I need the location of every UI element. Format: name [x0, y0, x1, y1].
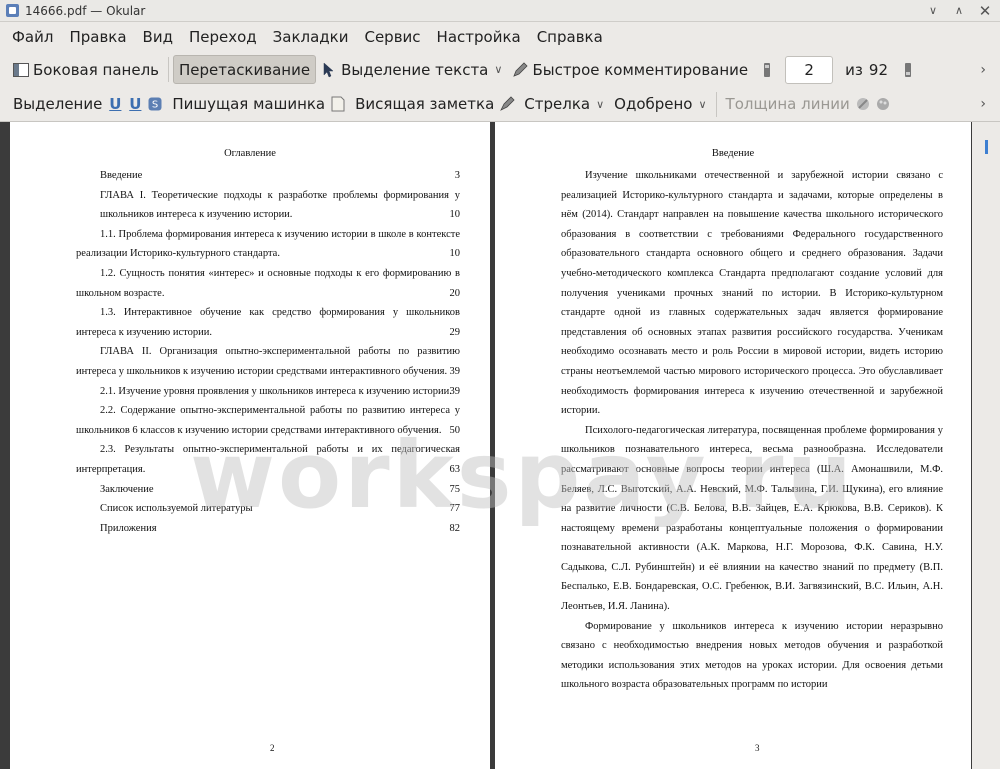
chevron-down-icon[interactable]: ∨ — [926, 4, 940, 18]
toc-item[interactable]: Введение 3 — [76, 166, 460, 186]
stamp-button[interactable]: Одобрено ∨ — [609, 90, 711, 119]
chevron-down-icon[interactable]: ∨ — [596, 98, 604, 111]
document-view[interactable]: Оглавление Введение 3 ГЛАВА I. Теоретичес… — [0, 122, 1000, 769]
cursor-icon — [321, 61, 337, 78]
menu-file[interactable]: Файл — [0, 22, 61, 52]
toc-item[interactable]: 1.3. Интерактивное обучение как средство… — [76, 303, 460, 342]
page-total-label: 92 — [868, 60, 888, 79]
selection-button[interactable]: Выделение — [8, 90, 107, 119]
menu-view[interactable]: Вид — [135, 22, 181, 52]
vertical-scrollbar[interactable] — [972, 122, 1000, 769]
menu-help[interactable]: Справка — [529, 22, 611, 52]
toolbar-separator — [168, 57, 169, 82]
window-title: 14666.pdf — Okular — [25, 3, 146, 18]
toolbar-overflow-icon[interactable]: › — [980, 96, 986, 112]
quick-annotation-label: Быстрое комментирование — [532, 60, 749, 79]
toc-item[interactable]: 1.1. Проблема формирования интереса к из… — [76, 225, 460, 264]
page-number: 2 — [270, 743, 275, 753]
chevron-down-icon[interactable]: ∨ — [698, 98, 706, 111]
toc-item[interactable]: 2.1. Изучение уровня проявления у школьн… — [76, 382, 460, 402]
drag-mode-button[interactable]: Перетаскивание — [173, 55, 317, 84]
menu-bookmarks[interactable]: Закладки — [265, 22, 357, 52]
sidebar-label: Боковая панель — [33, 60, 159, 79]
toc-item[interactable]: ГЛАВА I. Теоретические подходы к разрабо… — [76, 186, 460, 225]
arrow-label: Стрелка — [524, 95, 591, 113]
arrow-pen-icon[interactable] — [499, 96, 515, 112]
toolbar-separator — [715, 91, 717, 117]
pen-icon — [512, 61, 529, 78]
scrollbar-thumb[interactable] — [985, 140, 988, 154]
annotation-toolbar: Выделение U U S Пишущая машинка Висящая … — [0, 87, 1000, 122]
typewriter-button[interactable]: Пишущая машинка — [167, 90, 330, 119]
svg-text:S: S — [152, 100, 158, 111]
text-select-button[interactable]: Выделение текста ∨ — [316, 55, 507, 84]
page-number-value: 2 — [804, 60, 814, 79]
line-width-button[interactable]: Толщина линии — [721, 90, 855, 119]
palette-icon[interactable] — [875, 96, 891, 112]
toc-item[interactable]: ГЛАВА II. Организация опытно-эксперимент… — [76, 342, 460, 381]
toc-item[interactable]: Приложения 82 — [76, 519, 460, 539]
page-of-label: из — [845, 60, 863, 79]
squiggly-underline-icon[interactable]: U — [127, 95, 143, 113]
page-3: Введение Изучение школьниками отечествен… — [495, 122, 971, 769]
note-icon[interactable] — [330, 96, 346, 112]
okular-app-icon — [6, 4, 19, 17]
toc-item[interactable]: Заключение 75 — [76, 480, 460, 500]
strikeout-icon[interactable]: S — [147, 96, 163, 112]
toolbar-overflow-icon[interactable]: › — [980, 62, 986, 78]
paragraph: Психолого-педагогическая литература, пос… — [561, 424, 943, 613]
close-icon[interactable]: ✕ — [978, 2, 992, 20]
page-number: 3 — [755, 743, 760, 753]
menu-go[interactable]: Переход — [181, 22, 265, 52]
previous-page-icon[interactable] — [759, 62, 775, 78]
menu-settings[interactable]: Настройка — [429, 22, 529, 52]
toc-item[interactable]: Список используемой литературы 77 — [76, 499, 460, 519]
typewriter-label: Пишущая машинка — [172, 95, 326, 113]
menu-bar: Файл Правка Вид Переход Закладки Сервис … — [0, 22, 1000, 52]
sidebar-icon — [13, 62, 29, 78]
intro-heading: Введение — [711, 148, 755, 159]
table-of-contents: Введение 3 ГЛАВА I. Теоретические подходы… — [76, 166, 460, 538]
quick-annotation-button[interactable]: Быстрое комментирование — [507, 55, 753, 84]
menu-tools[interactable]: Сервис — [356, 22, 428, 52]
page-2: Оглавление Введение 3 ГЛАВА I. Теоретичес… — [10, 122, 490, 769]
sticky-note-label: Висящая заметка — [355, 95, 495, 113]
chevron-down-icon[interactable]: ∨ — [494, 63, 502, 76]
maximize-icon[interactable]: ∧ — [952, 4, 966, 18]
underline-icon[interactable]: U — [107, 95, 123, 113]
sticky-note-button[interactable]: Висящая заметка — [350, 90, 499, 119]
intro-body: Изучение школьниками отечественной и зар… — [561, 166, 943, 695]
arrow-button[interactable]: Стрелка ∨ — [519, 90, 609, 119]
next-page-icon[interactable] — [900, 62, 916, 78]
stamp-label: Одобрено — [614, 95, 693, 113]
paragraph: Формирование у школьников интереса к изу… — [561, 620, 943, 691]
color-icon[interactable] — [855, 96, 871, 112]
drag-mode-label: Перетаскивание — [179, 60, 311, 79]
selection-label: Выделение — [13, 95, 103, 113]
toc-item[interactable]: 2.2. Содержание опытно-экспериментальной… — [76, 401, 460, 440]
toc-item[interactable]: 2.3. Результаты опытно-экспериментальной… — [76, 440, 460, 479]
toc-item[interactable]: 1.2. Сущность понятия «интерес» и основн… — [76, 264, 460, 303]
page-number-input[interactable]: 2 — [785, 55, 834, 84]
title-bar: 14666.pdf — Okular ∨ ∧ ✕ — [0, 0, 1000, 22]
main-toolbar: Боковая панель Перетаскивание Выделение … — [0, 52, 1000, 87]
text-select-label: Выделение текста — [341, 60, 489, 79]
toc-heading: Оглавление — [224, 148, 276, 159]
sidebar-button[interactable]: Боковая панель — [8, 55, 164, 84]
menu-edit[interactable]: Правка — [61, 22, 134, 52]
line-width-label: Толщина линии — [725, 95, 850, 113]
paragraph: Изучение школьниками отечественной и зар… — [561, 170, 943, 417]
